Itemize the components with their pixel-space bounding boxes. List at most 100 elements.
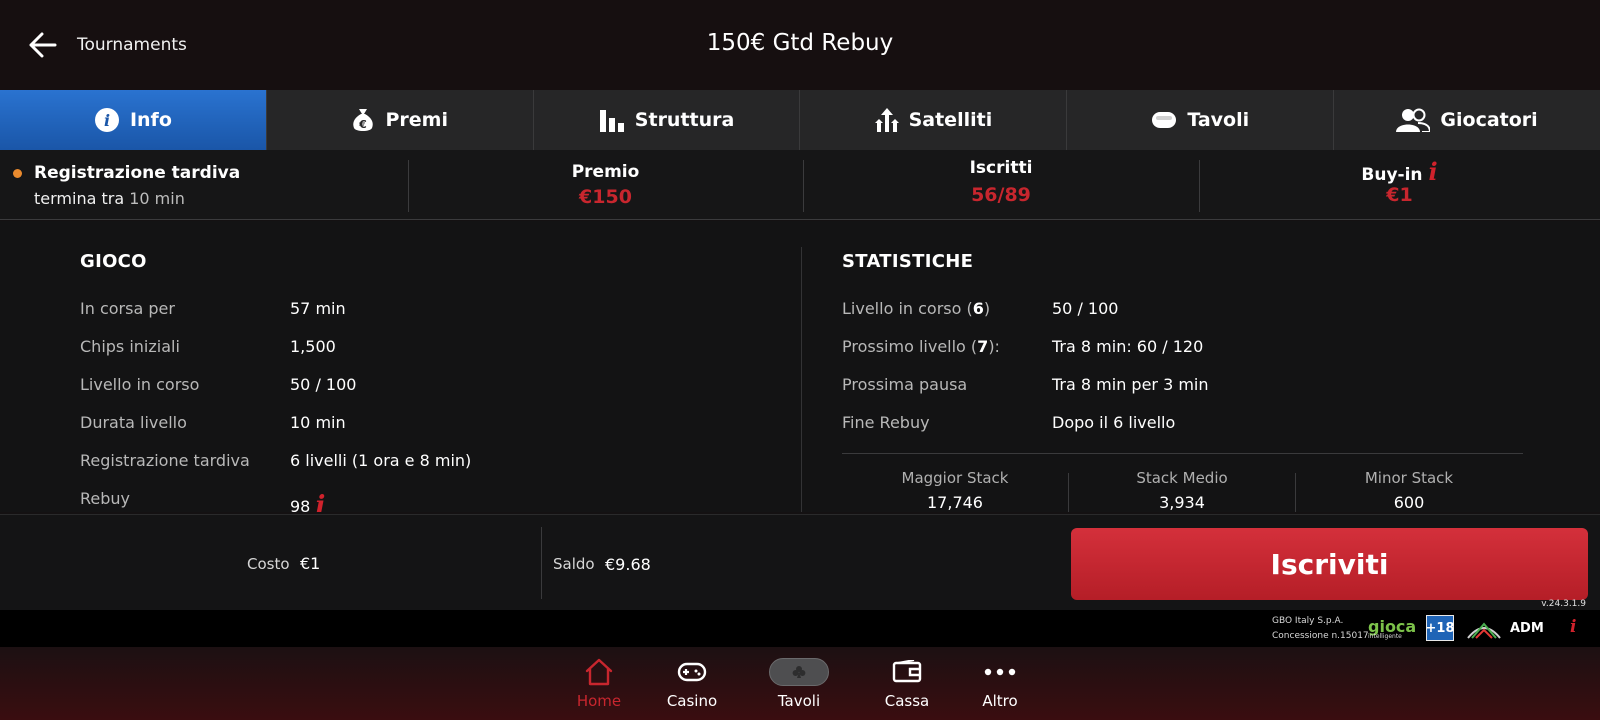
- legal-strip: GBO Italy S.p.A. Concessione n.15017 gio…: [0, 610, 1600, 647]
- tab-info-label: Info: [129, 109, 172, 131]
- stack-label: Maggior Stack: [901, 469, 1009, 487]
- stat-row-label: Livello in corso (6): [842, 299, 990, 318]
- gioco-row-value: 50 / 100: [290, 375, 357, 394]
- nav-casino[interactable]: Casino: [646, 655, 738, 710]
- company-info: GBO Italy S.p.A. Concessione n.15017: [1272, 614, 1369, 644]
- gioco-row-label: Rebuy: [80, 489, 131, 508]
- stat-row-label: Prossimo livello (7):: [842, 337, 1000, 356]
- app-version: v.24.3.1.9: [1541, 599, 1586, 609]
- balance-value: €9.68: [605, 555, 651, 574]
- gioco-title: GIOCO: [80, 251, 147, 272]
- tab-satelliti[interactable]: Satelliti: [800, 90, 1068, 150]
- gioco-row-label: Durata livello: [80, 413, 187, 432]
- prize-summary: Premio €150: [408, 150, 803, 220]
- buyin-value: €1: [1386, 184, 1413, 206]
- cost-value: €1: [300, 554, 321, 573]
- stat-label-text: Livello in corso (: [842, 299, 973, 318]
- rebuy-info-icon[interactable]: i: [315, 491, 325, 512]
- club-icon: [792, 666, 806, 678]
- nav-label: Casino: [666, 692, 718, 710]
- stat-row-value: Tra 8 min per 3 min: [1052, 375, 1209, 394]
- nav-label: Altro: [982, 692, 1018, 710]
- cost-label: Costo: [247, 555, 290, 573]
- legal-info-icon[interactable]: i: [1570, 617, 1576, 637]
- page-title: 150€ Gtd Rebuy: [706, 30, 894, 56]
- stack-value: 3,934: [1159, 493, 1205, 512]
- stat-level-number: 7: [977, 337, 989, 356]
- late-registration-summary: Registrazione tardiva termina tra 10 min: [0, 150, 408, 220]
- tab-premi-label: Premi: [385, 109, 448, 131]
- tab-info[interactable]: i Info: [0, 90, 267, 150]
- stat-level-number: 6: [972, 299, 984, 318]
- min-stack: Minor Stack 600: [1296, 469, 1522, 512]
- nav-cassa[interactable]: Cassa: [861, 655, 953, 710]
- late-reg-countdown: termina tra 10 min: [34, 189, 185, 208]
- gioco-row-value: 6 livelli (1 ora e 8 min): [290, 451, 472, 470]
- registered-summary: Iscritti 56/89: [803, 150, 1199, 220]
- buyin-summary: Buy-in i €1: [1199, 150, 1600, 220]
- money-bag-icon: €: [353, 109, 374, 131]
- tab-bar: i Info € Premi Struttura Satelliti Tavol…: [0, 90, 1600, 150]
- gioca-intelligente-logo[interactable]: gioca intelligente: [1368, 617, 1416, 640]
- stack-value: 17,746: [927, 493, 983, 512]
- nav-label: Tavoli: [777, 692, 821, 710]
- adm-logo: ADM: [1510, 621, 1544, 636]
- stack-label: Minor Stack: [1364, 469, 1454, 487]
- gioco-row-label: Registrazione tardiva: [80, 451, 250, 470]
- more-icon: [984, 668, 1016, 676]
- buyin-info-icon[interactable]: i: [1428, 157, 1437, 186]
- premio-label: Premio: [571, 162, 640, 182]
- stack-label: Stack Medio: [1136, 469, 1228, 487]
- nav-home[interactable]: Home: [553, 655, 645, 710]
- stat-row-label: Prossima pausa: [842, 375, 968, 394]
- gioco-row-label: Chips iniziali: [80, 337, 180, 356]
- stat-row-value: Dopo il 6 livello: [1052, 413, 1176, 432]
- iscritti-value: 56/89: [971, 184, 1031, 206]
- top-header: Tournaments 150€ Gtd Rebuy: [0, 0, 1600, 90]
- gioco-row-value: 1,500: [290, 337, 336, 356]
- tavoli-pill: [769, 658, 829, 686]
- stat-label-text: Prossimo livello (: [842, 337, 978, 356]
- concession-number: Concessione n.15017: [1272, 631, 1369, 641]
- statistiche-title: STATISTICHE: [842, 251, 974, 272]
- divider: [541, 527, 542, 599]
- tab-giocatori-label: Giocatori: [1440, 109, 1538, 131]
- stat-row-value: 50 / 100: [1052, 299, 1119, 318]
- stat-label-suffix: ): [983, 299, 991, 318]
- nav-altro[interactable]: Altro: [954, 655, 1046, 710]
- tournament-details: GIOCO In corsa per 57 min Chips iniziali…: [0, 221, 1600, 512]
- gioco-row-label: In corsa per: [80, 299, 175, 318]
- table-icon: [1152, 112, 1177, 128]
- bar-chart-icon: [599, 110, 624, 132]
- buyin-label: Buy-in: [1361, 165, 1423, 185]
- tab-struttura[interactable]: Struttura: [534, 90, 801, 150]
- tab-giocatori[interactable]: Giocatori: [1334, 90, 1600, 150]
- iscritti-label: Iscritti: [969, 158, 1033, 178]
- stats-divider: [842, 453, 1523, 454]
- svg-text:i: i: [104, 111, 110, 130]
- average-stack: Stack Medio 3,934: [1069, 469, 1295, 512]
- info-icon: i: [94, 108, 119, 132]
- company-name: GBO Italy S.p.A.: [1272, 616, 1344, 626]
- tab-tavoli[interactable]: Tavoli: [1067, 90, 1335, 150]
- rebuy-count: 98: [290, 497, 311, 512]
- nav-label: Cassa: [884, 692, 930, 710]
- gioco-row-value: 57 min: [290, 299, 346, 318]
- rebuy-value-row: 98 i: [290, 489, 325, 512]
- satellite-arrows-icon: [874, 108, 899, 132]
- tab-premi[interactable]: € Premi: [267, 90, 534, 150]
- max-stack: Maggior Stack 17,746: [842, 469, 1068, 512]
- nav-tavoli[interactable]: Tavoli: [753, 655, 845, 710]
- age-18-badge: +18: [1426, 615, 1455, 641]
- gioco-row-value: 10 min: [290, 413, 346, 432]
- tournament-summary: Registrazione tardiva termina tra 10 min…: [0, 150, 1600, 220]
- registration-bar: Costo €1 Saldo €9.68 Iscriviti v.24.3.1.…: [0, 514, 1600, 610]
- players-icon: [1396, 108, 1431, 132]
- status-dot: [13, 169, 22, 178]
- register-button[interactable]: Iscriviti: [1071, 528, 1588, 600]
- gamepad-icon: [677, 662, 707, 682]
- tab-satelliti-label: Satelliti: [908, 109, 993, 131]
- nav-label: Home: [576, 692, 622, 710]
- late-reg-time: 10 min: [129, 189, 185, 208]
- stat-row-value: Tra 8 min: 60 / 120: [1052, 337, 1204, 356]
